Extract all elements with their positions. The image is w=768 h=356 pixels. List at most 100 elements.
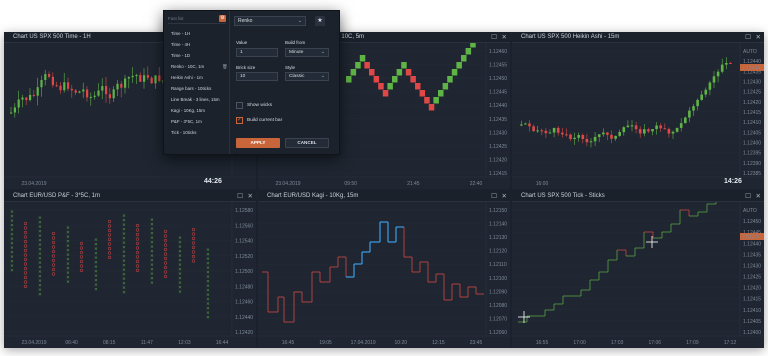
y-tick-label: 1.12435 — [743, 252, 761, 258]
y-tick-label: 1.12580 — [235, 208, 253, 214]
chart-type-select[interactable]: Renko ⌄ — [234, 16, 306, 26]
y-tick-label: 1.12440 — [743, 241, 761, 247]
candle-body — [638, 129, 642, 134]
chart-plot[interactable]: AUTO1.124401.124351.124301.124251.124201… — [512, 43, 764, 189]
renko-brick — [396, 69, 403, 76]
star-icon[interactable]: ★ — [315, 16, 325, 26]
fast-list-filter[interactable]: Fast list ⚙ — [168, 14, 226, 24]
close-icon[interactable]: ✕ — [756, 192, 761, 201]
close-icon[interactable]: ✕ — [248, 192, 253, 201]
chart-panel-kagi[interactable]: Chart EUR/USD Kagi - 10Kg, 15m ☐ ✕ 1.121… — [258, 191, 510, 348]
fast-list-item[interactable]: Tick - 10ticks — [171, 130, 196, 136]
cancel-button[interactable]: CANCEL — [285, 138, 329, 148]
pf-o-mark — [191, 241, 196, 245]
candle-body — [131, 75, 134, 78]
style-label: Style — [285, 65, 296, 70]
candle-body — [614, 135, 617, 139]
y-tick-label: 1.12405 — [743, 130, 761, 136]
candle-body — [82, 89, 85, 92]
fast-list-item[interactable]: Time - 1D — [171, 53, 190, 59]
close-icon[interactable]: ✕ — [502, 33, 507, 42]
build-current-bar-checkbox[interactable]: ✓ — [236, 117, 243, 124]
chart-plot[interactable]: 1.12580 1.12560 1.12540 1.12520 1.12500 1.124… — [4, 202, 256, 348]
candle-body — [135, 75, 138, 77]
maximize-icon[interactable]: ☐ — [237, 192, 243, 201]
candle-body — [602, 132, 605, 135]
gear-icon[interactable]: ⚙ — [219, 15, 226, 22]
pf-o-mark — [107, 228, 112, 233]
candle-body — [561, 132, 564, 135]
build-from-select[interactable]: Minute ⌄ — [285, 48, 329, 57]
chart-panel-tick[interactable]: Chart US SPX 500 Tick - Sticks ☐ ✕ AUTO 1… — [512, 191, 764, 348]
renko-brick — [433, 97, 439, 104]
brick-size-input[interactable]: 10 — [236, 72, 278, 81]
chart-panel-point-figure[interactable]: Chart EUR/USD P&F - 3*5C, 1m ☐ ✕ 1.12580… — [4, 191, 256, 348]
maximize-icon[interactable]: ☐ — [745, 33, 751, 42]
maximize-icon[interactable]: ☐ — [745, 192, 751, 201]
pf-o-mark — [79, 268, 84, 273]
panel-title: Chart US SPX 500 Tick - Sticks — [521, 193, 605, 199]
fast-list-item[interactable]: Time - 4H — [171, 42, 190, 48]
candle-body — [70, 88, 73, 91]
pf-o-mark — [135, 246, 140, 250]
pf-o-mark — [191, 254, 196, 259]
y-tick-label: 1.12410 — [743, 308, 761, 314]
candle-body — [688, 110, 691, 118]
candle-body — [150, 77, 153, 84]
y-tick-label: 1.12460 — [235, 300, 253, 306]
maximize-icon[interactable]: ☐ — [491, 192, 497, 201]
chart-plot[interactable]: 1.12150 1.12140 1.12130 1.12120 1.12110 1.121… — [258, 202, 510, 348]
chart-panel-heikin-ashi[interactable]: Chart US SPX 500 Heikin Ashi - 15m ☐ ✕ A… — [512, 32, 764, 189]
fast-list-item[interactable]: Renko - 10C, 1m 🗑 — [171, 64, 228, 70]
fast-list-item-label: Time - 1H — [171, 31, 191, 36]
candle-body — [626, 125, 630, 128]
panel-title: Chart US SPX 500 Heikin Ashi - 15m — [521, 34, 620, 40]
pf-o-mark — [51, 272, 56, 276]
show-wicks-checkbox[interactable] — [236, 102, 243, 109]
candle-body — [13, 107, 16, 113]
fast-list-item[interactable]: Range bars - 10ticks — [171, 86, 211, 92]
renko-brick — [415, 83, 421, 90]
value-input[interactable]: 1 — [236, 48, 278, 57]
chart-plot[interactable]: AUTO1.124501.124451.124401.124351.124301… — [512, 202, 764, 348]
x-tick-label: 16:44 — [216, 340, 229, 346]
panel-title: Chart US SPX 500 Time - 1H — [13, 34, 91, 40]
style-select[interactable]: Classic ⌄ — [285, 72, 329, 81]
candle-body — [729, 63, 732, 64]
x-tick-label: 23.04.2019 — [21, 181, 46, 187]
candle-body — [692, 106, 695, 111]
pf-o-mark — [107, 242, 112, 246]
maximize-icon[interactable]: ☐ — [491, 33, 497, 42]
renko-brick — [465, 48, 472, 55]
fast-list-item[interactable]: Time - 1H — [171, 31, 190, 37]
brick-size-value: 10 — [240, 74, 246, 79]
candle-body — [36, 87, 39, 96]
renko-brick — [401, 62, 407, 69]
apply-button[interactable]: APPLY — [236, 138, 280, 148]
pf-x-mark: × — [206, 315, 210, 321]
trash-icon[interactable]: 🗑 — [222, 64, 228, 70]
y-tick-label: 1.12420 — [489, 157, 507, 163]
close-icon[interactable]: ✕ — [756, 33, 761, 42]
fast-list-item[interactable]: Heikin Ashi - 1m — [171, 75, 203, 81]
candle-body — [544, 130, 548, 134]
renko-brick — [447, 76, 453, 83]
candle-body — [63, 82, 66, 91]
chart-type-value: Renko — [238, 18, 253, 24]
chart-workspace: Chart US SPX 500 Time - 1H ☐ ✕ 23.04.201… — [4, 32, 764, 348]
pf-o-mark — [23, 235, 28, 239]
candle-body — [684, 117, 687, 124]
close-icon[interactable]: ✕ — [502, 192, 507, 201]
pf-o-mark — [23, 226, 28, 230]
y-tick-label: 1.12150 — [489, 208, 507, 214]
pf-o-mark — [51, 236, 56, 240]
fast-list-item[interactable]: P&F - 3*5C, 1m — [171, 119, 202, 125]
renko-brick — [355, 62, 361, 69]
fast-list-item[interactable]: Line Break - 3 lines, 15m — [171, 97, 220, 103]
y-tick-label: 1.12405 — [743, 319, 761, 325]
candle-body — [667, 129, 671, 134]
fast-list-item[interactable]: Kagi - 10Kg, 15m — [171, 108, 205, 114]
candle-body — [158, 75, 161, 82]
fast-list-item-label: P&F - 3*5C, 1m — [171, 119, 202, 124]
y-tick-label: 1.12420 — [743, 286, 761, 292]
